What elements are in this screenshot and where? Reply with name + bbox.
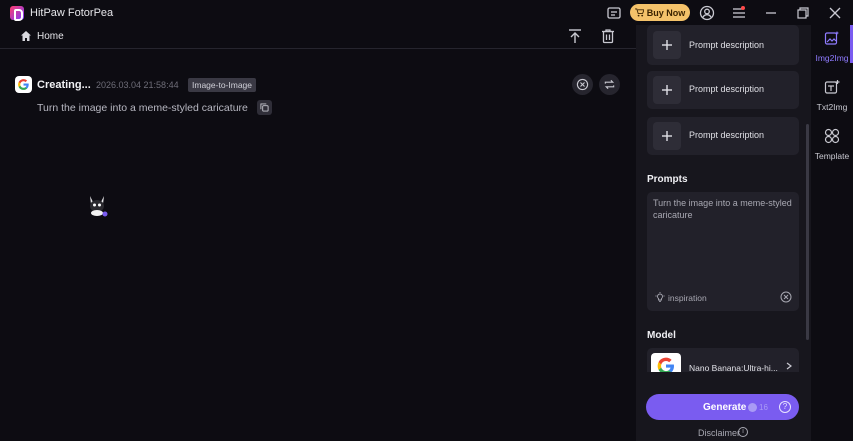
disclaimer-link[interactable]: Disclaimer [698,428,740,438]
copy-prompt-button[interactable] [257,100,272,115]
nav-txt2img[interactable]: Txt2Img [811,79,853,121]
upload-icon[interactable] [566,27,584,45]
restore-icon[interactable] [794,4,812,22]
prompt-textarea[interactable]: Turn the image into a meme-styled carica… [647,192,799,311]
feedback-icon[interactable] [605,4,623,22]
home-link[interactable]: Home [37,31,64,42]
prompt-card-label: Prompt description [689,130,765,140]
plus-icon [653,31,681,59]
notification-dot [741,6,745,10]
prompt-card-3[interactable]: Prompt description [647,117,799,155]
menu-icon[interactable] [730,4,748,22]
cancel-circle-icon [576,78,589,91]
close-icon[interactable] [826,4,844,22]
google-model-icon [15,76,32,93]
account-icon[interactable] [698,4,716,22]
text-image-icon [824,80,840,94]
google-logo-icon [651,353,681,372]
app-logo-icon [10,6,24,21]
generate-button[interactable]: Generate 16 ? [646,394,799,420]
prompt-card-1[interactable]: Prompt description [647,25,799,65]
prompt-card-label: Prompt description [689,40,765,50]
cancel-task-button[interactable] [572,74,593,95]
title-bar: HitPaw FotorPea Buy Now [0,0,853,25]
model-name: Nano Banana:Ultra-hi... [689,363,778,372]
cart-icon [634,8,644,17]
plus-icon [653,122,681,150]
delete-icon[interactable] [599,27,617,45]
help-icon[interactable]: ? [779,401,791,413]
app-title: HitPaw FotorPea [30,7,114,19]
buy-now-button[interactable]: Buy Now [630,4,690,21]
home-bar: Home [0,25,636,49]
task-timestamp: 2026.03.04 21:58:44 [96,80,179,90]
clear-prompt-icon[interactable] [780,291,792,303]
loading-mascot-icon [90,196,108,217]
prompt-textarea-value: Turn the image into a meme-styled carica… [653,198,792,220]
home-icon[interactable] [20,30,32,42]
mode-tag: Image-to-Image [188,78,256,92]
coin-icon [748,403,757,412]
nav-img2img-label: Img2Img [815,53,849,63]
image-sparkle-icon [824,31,839,45]
chevron-right-icon [786,362,792,370]
nav-img2img[interactable]: Img2Img [811,30,853,72]
refresh-icon [604,79,615,90]
template-grid-icon [824,128,840,144]
prompt-card-label: Prompt description [689,84,765,94]
task-prompt: Turn the image into a meme-styled carica… [37,102,248,114]
nav-txt2img-label: Txt2Img [816,102,848,112]
minimize-icon[interactable] [762,4,780,22]
inspiration-button[interactable]: inspiration [668,293,707,303]
task-status: Creating... [37,79,91,91]
model-selector[interactable]: Nano Banana:Ultra-hi... [647,348,799,372]
prompts-title: Prompts [647,174,688,185]
prompt-card-2[interactable]: Prompt description [647,71,799,109]
panel-scrollbar[interactable] [806,124,809,340]
generate-cost: 16 [759,403,768,412]
copy-icon [260,103,269,112]
info-icon[interactable]: i [738,427,748,437]
buy-now-label: Buy Now [646,7,686,18]
plus-icon [653,76,681,104]
nav-template-label: Template [814,151,850,161]
lightbulb-icon[interactable] [655,292,665,302]
generate-label: Generate [703,402,747,413]
nav-template[interactable]: Template [811,128,853,170]
google-logo-icon [18,79,29,90]
regenerate-button[interactable] [599,74,620,95]
model-title: Model [647,330,676,341]
